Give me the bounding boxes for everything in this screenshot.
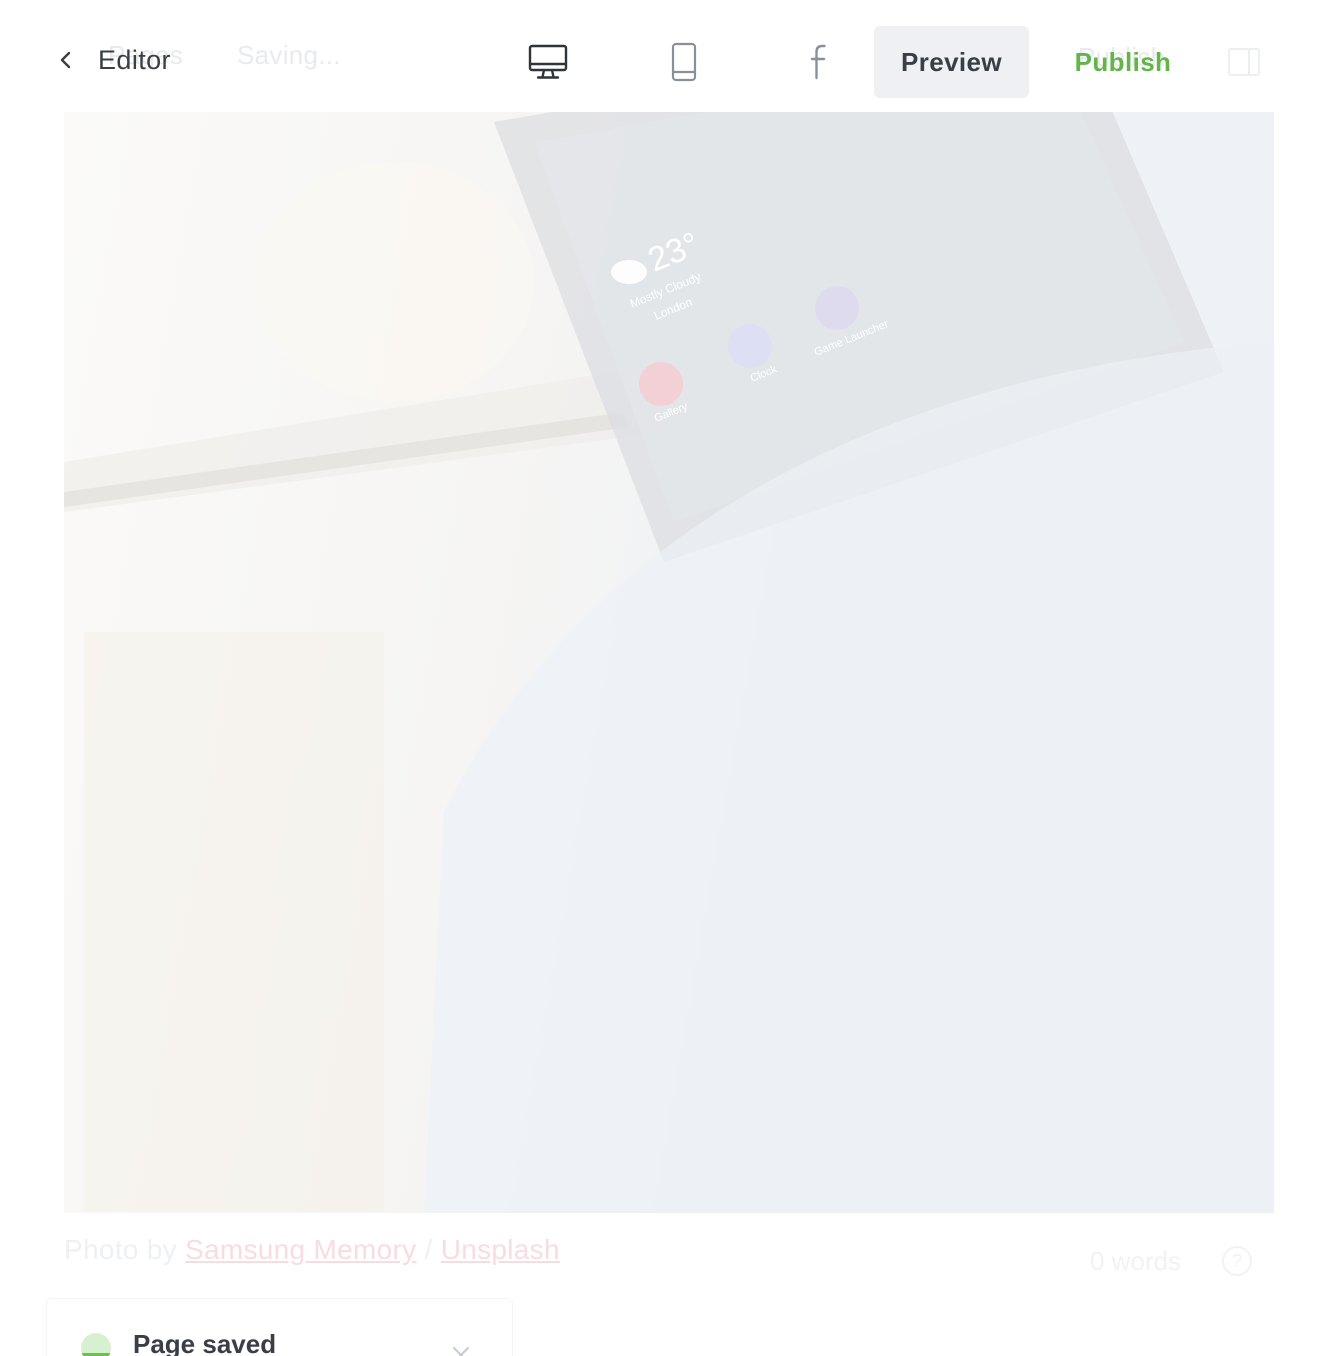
caption-prefix: Photo by [64,1234,177,1265]
chevron-left-icon [60,51,71,69]
success-status-icon [81,1333,111,1356]
preview-button[interactable]: Preview [874,26,1029,98]
caption-separator: / [424,1234,433,1265]
facebook-icon [810,44,826,80]
help-button[interactable]: ? [1222,1246,1252,1276]
page-saved-toast: Page saved [46,1298,513,1356]
back-to-editor-button[interactable]: Editor [52,40,171,80]
image-caption: Photo by Samsung Memory / Unsplash [64,1234,560,1266]
desktop-icon [528,44,568,79]
mobile-icon [671,42,697,82]
faded-saving-status: Saving... [237,40,341,70]
back-label: Editor [98,44,171,75]
toast-message: Page saved [133,1329,277,1356]
author-link[interactable]: Samsung Memory [185,1234,416,1265]
facebook-view-button[interactable] [796,38,844,86]
publish-button[interactable]: Publish [1060,26,1186,98]
gallery-app-icon [639,362,683,406]
top-bar: Pages Saving... Preview Publish Editor [0,0,1338,112]
close-icon[interactable] [449,1343,473,1356]
settings-panel-toggle[interactable] [1220,38,1268,86]
game-launcher-app-icon [815,286,859,330]
desktop-view-button[interactable] [524,38,572,86]
mobile-view-button[interactable] [660,38,708,86]
clock-app-icon [728,324,772,368]
sidebar-panel-icon [1228,48,1260,76]
editor-page: Pages Saving... Preview Publish Editor [0,0,1338,1356]
source-link[interactable]: Unsplash [441,1234,560,1265]
hero-image: 23° Mostly Cloudy London Gallery Clock G… [64,112,1274,1213]
hero-photo-illustration: 23° Mostly Cloudy London Gallery Clock G… [64,112,1274,1213]
word-count: 0 words [1090,1246,1182,1276]
question-mark-icon: ? [1231,1250,1242,1271]
